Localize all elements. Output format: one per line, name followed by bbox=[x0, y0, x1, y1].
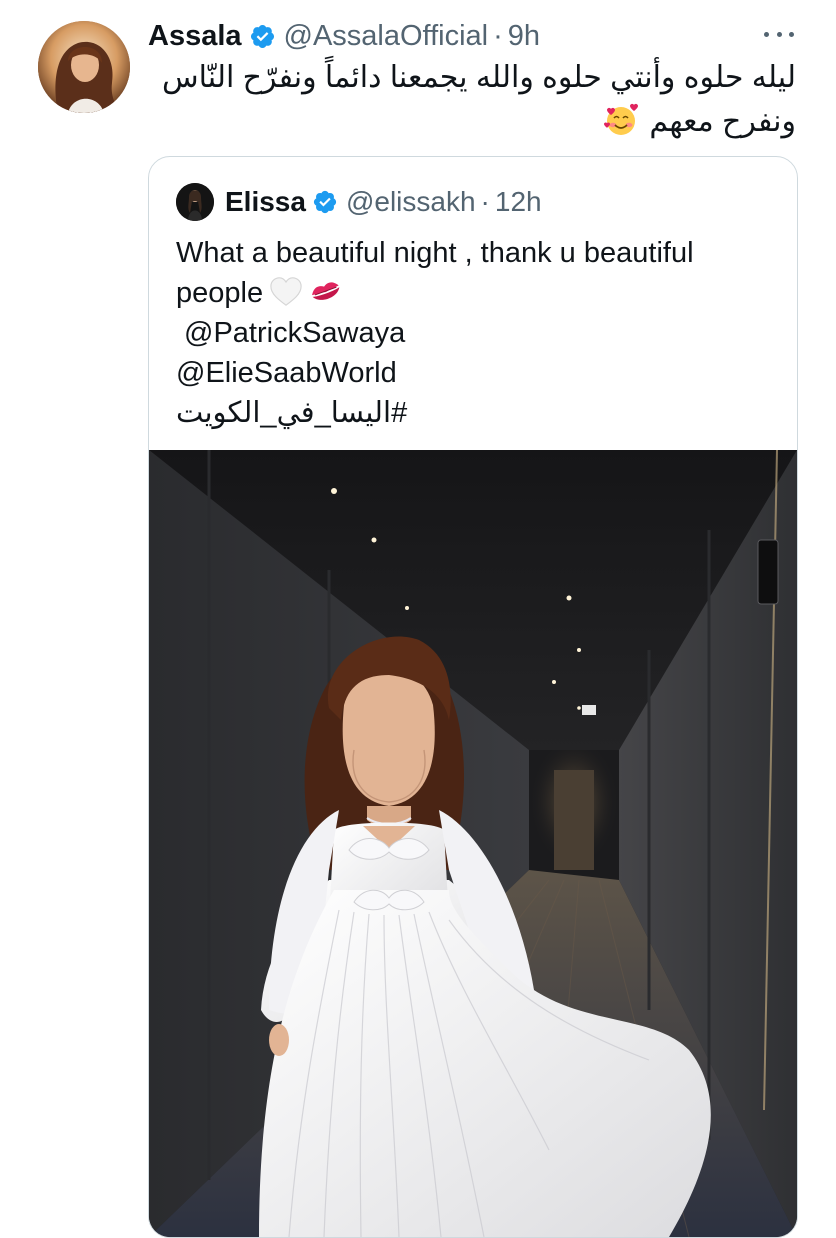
quoted-tweet-time[interactable]: 12h bbox=[495, 186, 542, 218]
mention-link[interactable]: @PatrickSawaya bbox=[176, 313, 776, 353]
smiling-face-with-hearts-icon bbox=[604, 103, 639, 135]
quoted-text-line-2: people bbox=[176, 273, 776, 313]
tweet-time[interactable]: 9h bbox=[508, 20, 540, 53]
separator-dot: · bbox=[493, 19, 503, 52]
more-dot bbox=[764, 31, 769, 37]
tweet-text-line: ونفرح معهم bbox=[649, 105, 796, 138]
verified-badge-icon bbox=[313, 190, 337, 214]
quoted-tweet-text: What a beautiful night , thank u beautif… bbox=[176, 233, 776, 433]
quoted-tweet[interactable]: Elissa @elissakh · 12h What a beautiful … bbox=[148, 156, 798, 1238]
quoted-text-line: people bbox=[176, 277, 264, 309]
more-options-icon[interactable] bbox=[764, 24, 794, 44]
kiss-mark-emoji-icon bbox=[312, 282, 340, 300]
tweet: Assala @AssalaOfficial · 9h ليله حلوه وأ… bbox=[0, 0, 836, 1238]
tweet-text: ليله حلوه وأنتي حلوه والله يجمعنا دائماً… bbox=[156, 56, 796, 144]
verified-badge-icon bbox=[250, 24, 274, 48]
author-avatar[interactable] bbox=[38, 21, 130, 113]
quoted-author-display-name[interactable]: Elissa bbox=[225, 186, 306, 218]
user-avatar-photo-icon bbox=[176, 183, 214, 221]
quoted-author-handle[interactable]: @elissakh bbox=[346, 186, 476, 218]
author-handle[interactable]: @AssalaOfficial bbox=[284, 20, 489, 53]
separator-dot: · bbox=[480, 186, 490, 217]
hashtag-line: #اليسا_في_الكويت bbox=[176, 393, 776, 433]
author-display-name[interactable]: Assala bbox=[148, 20, 242, 53]
quoted-author-avatar[interactable] bbox=[176, 183, 214, 221]
quoted-tweet-photo[interactable] bbox=[149, 450, 797, 1237]
tweet-text-line-2: ونفرح معهم bbox=[156, 100, 796, 144]
photo-woman-white-dress-hallway-icon bbox=[149, 450, 797, 1237]
quoted-text-line: What a beautiful night , thank u beautif… bbox=[176, 237, 694, 269]
mention-link[interactable]: @ElieSaabWorld bbox=[176, 353, 776, 393]
hashtag-link[interactable]: #اليسا_في_الكويت bbox=[176, 393, 407, 433]
user-avatar-photo-icon bbox=[38, 21, 130, 113]
white-heart-emoji-icon bbox=[270, 277, 302, 306]
more-dot bbox=[789, 31, 794, 37]
more-dot bbox=[776, 31, 782, 37]
tweet-text-line: ليله حلوه وأنتي حلوه والله يجمعنا دائماً… bbox=[162, 61, 796, 94]
tweet-header: Assala @AssalaOfficial · 9h bbox=[148, 18, 540, 54]
quoted-tweet-header: Elissa @elissakh · 12h bbox=[176, 183, 542, 221]
